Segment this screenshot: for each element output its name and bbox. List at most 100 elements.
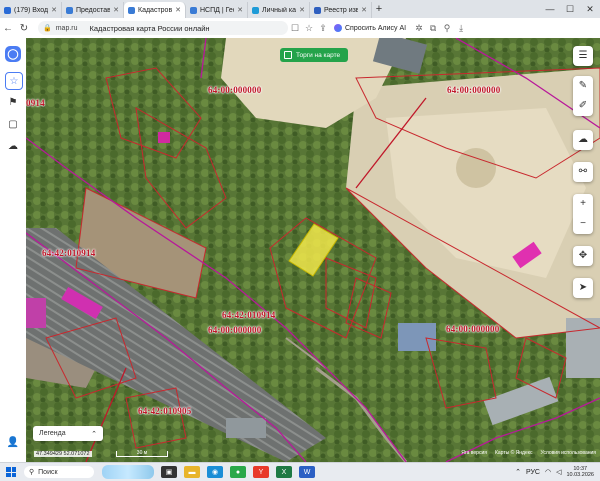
edit-icon[interactable]: ✐ — [579, 96, 587, 116]
profile-icon[interactable]: 👤 — [5, 434, 21, 450]
cadastral-label[interactable]: 0914 — [26, 98, 45, 108]
attribution-copyright[interactable]: Карты © Яндекс — [495, 450, 533, 456]
satellite-imagery — [26, 38, 600, 462]
chevron-up-icon[interactable]: ⌃ — [515, 468, 521, 476]
alice-app-icon[interactable]: ◯ — [5, 46, 21, 62]
yandex-browser-icon[interactable]: Y — [253, 466, 269, 478]
back-arrow-icon[interactable]: ← — [0, 23, 16, 34]
scale-bar: 30 м — [116, 451, 168, 457]
close-icon[interactable]: ✕ — [175, 6, 181, 14]
tab-label: Предоставление — [76, 6, 110, 14]
cadastral-map[interactable]: 64:00:000000 64:00:000000 0914 64:42:010… — [26, 38, 600, 462]
taskbar: ⚲ Поиск ▣ ▬ ◉ ● Y X W ⌃ РУС ◠ ◁ 10:37 10… — [0, 462, 600, 481]
reload-icon[interactable]: ↻ — [16, 23, 32, 34]
tab-account[interactable]: Личный кабинет✕ — [248, 2, 310, 18]
cadastral-label[interactable]: 64:42:010914 — [42, 248, 95, 258]
close-icon[interactable]: ✕ — [51, 6, 57, 14]
attribution-version[interactable]: Яга версия — [461, 450, 487, 456]
checkbox-icon — [284, 51, 292, 59]
url-text: map.ru — [55, 24, 78, 32]
favorites-star-icon[interactable]: ☆ — [5, 72, 23, 90]
widget-thumbnail[interactable] — [102, 465, 154, 479]
close-window-icon[interactable]: ✕ — [580, 0, 600, 18]
zoom-panel: + − — [573, 194, 593, 234]
word-icon[interactable]: W — [299, 466, 315, 478]
browser-sidebar: ◯ ☆ ⚑ ▢ ☁ 👤 — [0, 38, 27, 462]
site-icon — [252, 6, 259, 14]
site-icon — [314, 6, 321, 14]
zoom-out-icon[interactable]: − — [580, 214, 586, 234]
map-attribution: Яга версия Карты © Яндекс Условия исполь… — [461, 450, 596, 456]
flag-icon[interactable]: ⚑ — [5, 94, 21, 110]
close-icon[interactable]: ✕ — [237, 6, 243, 14]
close-icon[interactable]: ✕ — [113, 6, 119, 14]
alice-label: Спросить Алису AI — [345, 24, 407, 32]
url-field[interactable]: 🔒 map.ru Кадастровая карта России онлайн — [38, 21, 288, 35]
coordinates-readout: 47.349429 52.071072 — [34, 451, 92, 457]
close-icon[interactable]: ✕ — [299, 6, 305, 14]
cadastral-label[interactable]: 64:42:010914 — [222, 310, 275, 320]
file-explorer-icon[interactable]: ▬ — [184, 466, 200, 478]
mail-icon — [4, 6, 11, 14]
language-indicator[interactable]: РУС — [526, 469, 540, 476]
bookmark-icon[interactable]: ☐ — [288, 23, 302, 34]
address-bar: ← ↻ 🔒 map.ru Кадастровая карта России он… — [0, 18, 600, 39]
extensions-puzzle-icon[interactable]: ⧉ — [426, 23, 440, 34]
site-icon — [66, 6, 73, 14]
cloud-icon[interactable]: ☁ — [5, 138, 21, 154]
legend-button[interactable]: Легенда ⌃ — [33, 426, 103, 441]
search-label: Поиск — [38, 468, 58, 476]
share-panel: ⚯ — [573, 162, 593, 182]
pencil-icon[interactable]: ✎ — [579, 76, 587, 96]
zoom-in-icon[interactable]: + — [580, 194, 586, 214]
cadastral-label[interactable]: 64:00:000000 — [446, 324, 499, 334]
tab-nspd[interactable]: НСПД | Геоинфо✕ — [186, 2, 248, 18]
ask-alice-button[interactable]: Спросить Алису AI — [334, 24, 406, 32]
page-title: Кадастровая карта России онлайн — [89, 23, 210, 33]
taskbar-search[interactable]: ⚲ Поиск — [24, 466, 94, 478]
bookmarks-star-icon[interactable]: ☆ — [302, 23, 316, 34]
cloud-upload-icon[interactable]: ☁ — [578, 130, 588, 150]
lock-icon: 🔒 — [43, 25, 52, 32]
cadastral-label[interactable]: 64:42:010905 — [138, 406, 191, 416]
clock[interactable]: 10:37 10.03.2026 — [566, 466, 594, 479]
pin-icon[interactable]: ⚲ — [440, 23, 454, 34]
tab-service[interactable]: Предоставление✕ — [62, 2, 124, 18]
excel-icon[interactable]: X — [276, 466, 292, 478]
share-icon[interactable]: ⇪ — [316, 23, 330, 34]
maximize-icon[interactable]: ☐ — [560, 0, 580, 18]
chrome-icon[interactable]: ● — [230, 466, 246, 478]
tab-cadastral-map[interactable]: Кадастровая к✕ — [124, 2, 186, 18]
collections-icon[interactable]: ▢ — [5, 116, 21, 132]
move-arrows-icon[interactable]: ✥ — [579, 246, 587, 266]
location-arrow-icon[interactable]: ➤ — [579, 278, 587, 298]
minimize-icon[interactable]: — — [540, 0, 560, 18]
tab-label: (179) Входящие - — [14, 6, 49, 14]
tab-label: НСПД | Геоинфо — [200, 6, 234, 14]
cadastral-label[interactable]: 64:00:000000 — [208, 325, 261, 335]
torgi-label: Торги на карте — [296, 51, 341, 59]
locate-panel: ➤ — [573, 278, 593, 298]
browser-tab-bar: (179) Входящие - ✕ Предоставление✕ Кадас… — [0, 0, 600, 18]
torgi-on-map-toggle[interactable]: Торги на карте — [280, 48, 349, 62]
attribution-terms[interactable]: Условия использования — [541, 450, 597, 456]
share-nodes-icon[interactable]: ⚯ — [579, 162, 587, 182]
wifi-icon[interactable]: ◠ — [545, 468, 551, 476]
draw-tools-panel: ✎ ✐ — [573, 76, 593, 116]
tab-inbox[interactable]: (179) Входящие - ✕ — [0, 2, 62, 18]
extension-icon[interactable]: ✲ — [412, 23, 426, 34]
windows-start-icon[interactable] — [6, 467, 16, 477]
volume-icon[interactable]: ◁ — [556, 468, 561, 476]
layers-icon[interactable]: ☰ — [579, 46, 588, 66]
new-tab-button[interactable]: + — [372, 3, 386, 15]
task-view-icon[interactable]: ▣ — [161, 466, 177, 478]
close-icon[interactable]: ✕ — [361, 6, 367, 14]
cadastral-label[interactable]: 64:00:000000 — [447, 85, 500, 95]
move-panel: ✥ — [573, 246, 593, 266]
cadastral-label[interactable]: 64:00:000000 — [208, 85, 261, 95]
edge-browser-icon[interactable]: ◉ — [207, 466, 223, 478]
site-icon — [190, 6, 197, 14]
tab-registry[interactable]: Реестр извещени✕ — [310, 2, 372, 18]
system-tray: ⌃ РУС ◠ ◁ 10:37 10.03.2026 — [515, 463, 594, 481]
download-icon[interactable]: ⤓ — [454, 23, 468, 34]
